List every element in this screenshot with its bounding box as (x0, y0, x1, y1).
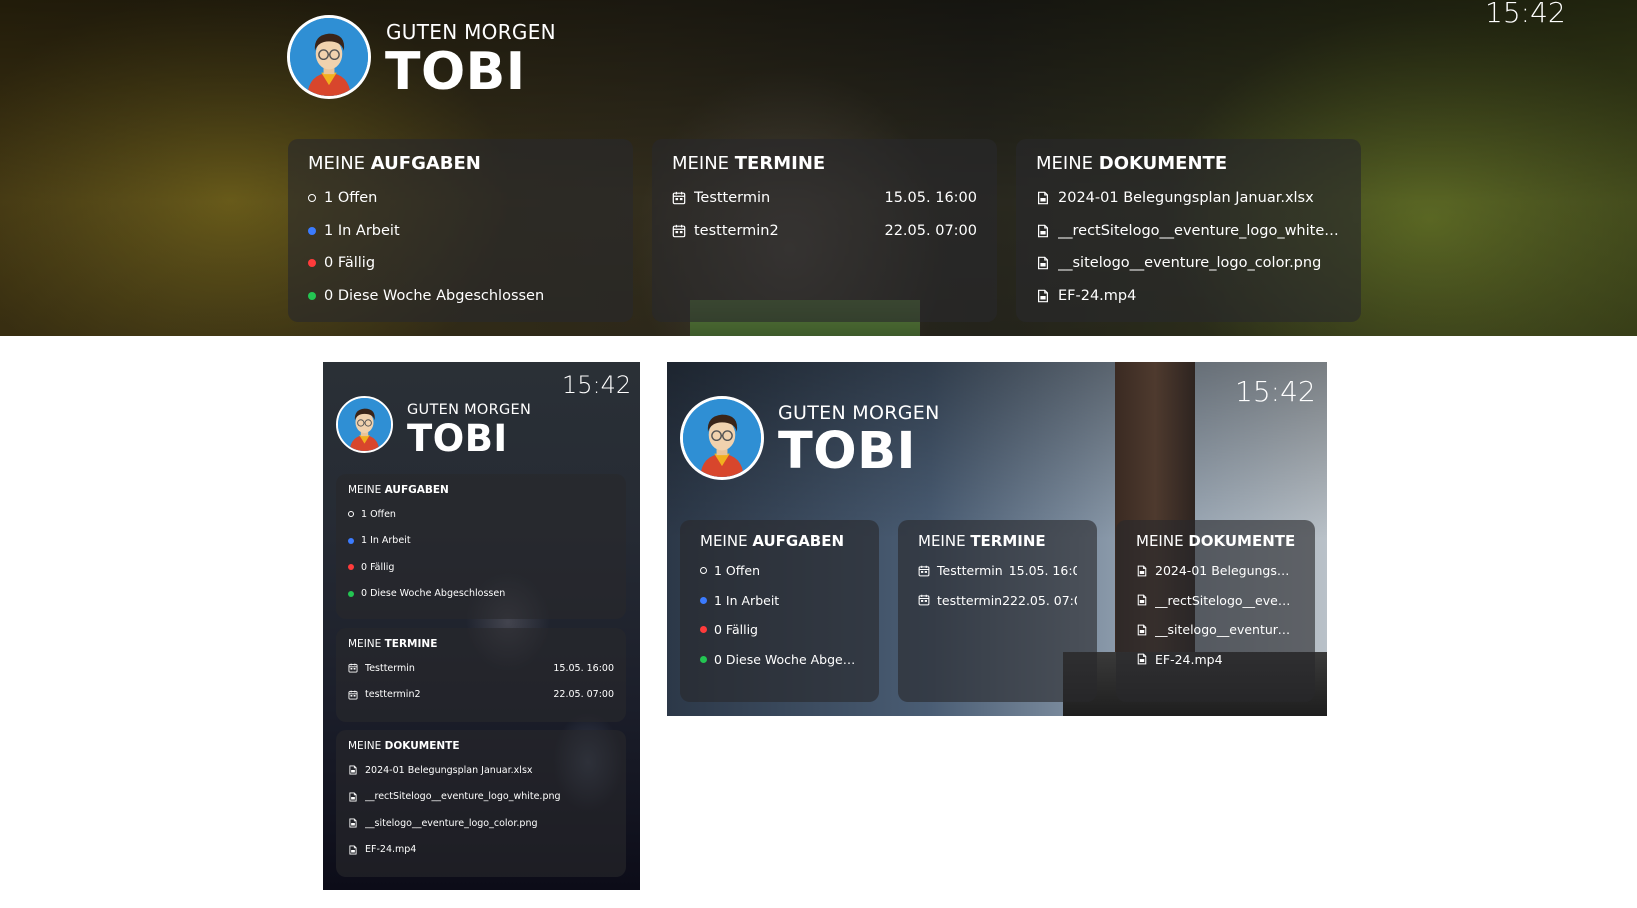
dashboard-widget-landscape: GUTEN MORGEN TOBI 15:42 MEINE AUFGABEN 1… (667, 362, 1327, 716)
calendar-icon (672, 224, 686, 238)
document-row[interactable]: EF-24.mp4 (1136, 645, 1295, 675)
document-icon (1136, 653, 1148, 665)
documents-card[interactable]: MEINE DOKUMENTE 2024-01 Belegungsplan Ja… (1016, 139, 1361, 322)
document-row[interactable]: __rectSitelogo__event... (1136, 586, 1295, 616)
status-done-dot (308, 291, 316, 300)
tasks-card[interactable]: MEINE AUFGABEN 1 Offen 1 In Arbeit 0 Fäl… (680, 520, 879, 702)
user-name: TOBI (778, 422, 916, 481)
appointment-date: 22.05. 07:00 (884, 222, 977, 239)
document-row[interactable]: 2024-01 Belegungsplan Januar.xlsx (348, 757, 614, 784)
greeting: GUTEN MORGEN (386, 20, 556, 44)
documents-card-title: MEINE DOKUMENTE (1136, 532, 1296, 550)
appointment-row[interactable]: testtermin222.05. 07:00 (918, 586, 1077, 616)
document-row[interactable]: __rectSitelogo__eventure_logo_white.png (348, 784, 614, 811)
task-row-done[interactable]: 0 Diese Woche Abgesc... (700, 645, 859, 675)
document-icon (1136, 565, 1148, 577)
appointments-card[interactable]: MEINE TERMINE Testtermin15.05. 16:00 tes… (898, 520, 1097, 702)
appointment-date: 22.05. 07:00 (1010, 592, 1077, 608)
document-row[interactable]: EF-24.mp4 (348, 837, 614, 864)
documents-card-title: MEINE DOKUMENTE (348, 740, 460, 752)
task-row-done[interactable]: 0 Diese Woche Abgeschlossen (348, 581, 614, 608)
tasks-card-title: MEINE AUFGABEN (308, 153, 481, 174)
status-done-dot (700, 655, 707, 663)
documents-card[interactable]: MEINE DOKUMENTE 2024-01 Belegungsplan Ja… (336, 730, 626, 877)
task-row-due[interactable]: 0 Fällig (308, 247, 613, 280)
calendar-icon (348, 690, 358, 700)
document-icon (1036, 224, 1050, 238)
document-icon (348, 765, 358, 775)
clock: 15:42 (1235, 375, 1316, 408)
documents-card-title: MEINE DOKUMENTE (1036, 153, 1228, 174)
dashboard-banner-wide: GUTEN MORGEN TOBI 15:42 MEINE AUFGABEN 1… (0, 0, 1637, 336)
task-row-done[interactable]: 0 Diese Woche Abgeschlossen (308, 280, 613, 313)
document-icon (1136, 624, 1148, 636)
appointment-row[interactable]: Testtermin15.05. 16:00 (918, 556, 1077, 586)
task-row-due[interactable]: 0 Fällig (700, 615, 859, 645)
avatar (287, 15, 371, 99)
clock: 15:42 (1485, 0, 1566, 29)
task-row-in-progress[interactable]: 1 In Arbeit (348, 528, 614, 555)
appointment-row[interactable]: Testtermin15.05. 16:00 (672, 182, 977, 215)
task-row-open[interactable]: 1 Offen (348, 501, 614, 528)
task-row-open[interactable]: 1 Offen (700, 556, 859, 586)
document-row[interactable]: __sitelogo__eventure_logo_color.png (1036, 247, 1341, 280)
status-open-dot (308, 194, 316, 203)
appointments-card-title: MEINE TERMINE (672, 153, 826, 174)
status-due-dot (308, 259, 316, 268)
tasks-card-title: MEINE AUFGABEN (700, 532, 845, 550)
document-row[interactable]: __sitelogo__eventure_logo_color.png (348, 810, 614, 837)
calendar-icon (672, 191, 686, 205)
calendar-icon (348, 663, 358, 673)
document-row[interactable]: 2024-01 Belegungsplan Januar.xlsx (1036, 182, 1341, 215)
appointment-row[interactable]: testtermin222.05. 07:00 (672, 215, 977, 248)
clock: 15:42 (562, 371, 632, 399)
appointment-date: 15.05. 16:00 (1008, 563, 1077, 579)
document-row[interactable]: __sitelogo__eventure_... (1136, 615, 1295, 645)
tasks-card[interactable]: MEINE AUFGABEN 1 Offen 1 In Arbeit 0 Fäl… (336, 474, 626, 619)
document-row[interactable]: __rectSitelogo__eventure_logo_white.png (1036, 215, 1341, 248)
status-in-progress-dot (348, 537, 354, 544)
calendar-icon (918, 594, 930, 606)
document-icon (1036, 191, 1050, 205)
user-name: TOBI (407, 417, 508, 460)
avatar (680, 396, 764, 480)
dashboard-widget-portrait: 15:42 GUTEN MORGEN TOBI MEINE AUFGABEN 1… (323, 362, 640, 890)
document-icon (1136, 594, 1148, 606)
appointment-date: 15.05. 16:00 (553, 662, 614, 674)
status-due-dot (348, 564, 354, 571)
document-row[interactable]: EF-24.mp4 (1036, 280, 1341, 313)
greeting: GUTEN MORGEN (407, 402, 532, 418)
appointments-card-title: MEINE TERMINE (918, 532, 1046, 550)
task-row-open[interactable]: 1 Offen (308, 182, 613, 215)
greeting: GUTEN MORGEN (778, 402, 940, 424)
document-icon (348, 792, 358, 802)
document-row[interactable]: 2024-01 Belegungspl... (1136, 556, 1295, 586)
calendar-icon (918, 565, 930, 577)
status-done-dot (348, 590, 354, 597)
appointment-date: 15.05. 16:00 (884, 190, 977, 207)
tasks-card-title: MEINE AUFGABEN (348, 484, 449, 496)
status-open-dot (700, 567, 707, 575)
user-name: TOBI (385, 42, 526, 102)
appointment-row[interactable]: Testtermin15.05. 16:00 (348, 655, 614, 682)
appointments-card[interactable]: MEINE TERMINE Testtermin15.05. 16:00 tes… (652, 139, 997, 322)
document-icon (348, 818, 358, 828)
avatar (336, 396, 393, 453)
appointments-card[interactable]: MEINE TERMINE Testtermin15.05. 16:00 tes… (336, 628, 626, 722)
document-icon (1036, 289, 1050, 303)
appointment-date: 22.05. 07:00 (553, 689, 614, 701)
status-open-dot (348, 511, 354, 518)
document-icon (1036, 256, 1050, 270)
status-in-progress-dot (308, 226, 316, 235)
status-due-dot (700, 626, 707, 634)
task-row-due[interactable]: 0 Fällig (348, 554, 614, 581)
tasks-card[interactable]: MEINE AUFGABEN 1 Offen 1 In Arbeit 0 Fäl… (288, 139, 633, 322)
appointments-card-title: MEINE TERMINE (348, 638, 438, 650)
status-in-progress-dot (700, 596, 707, 604)
document-icon (348, 845, 358, 855)
task-row-in-progress[interactable]: 1 In Arbeit (308, 215, 613, 248)
task-row-in-progress[interactable]: 1 In Arbeit (700, 586, 859, 616)
documents-card[interactable]: MEINE DOKUMENTE 2024-01 Belegungspl... _… (1116, 520, 1315, 702)
appointment-row[interactable]: testtermin222.05. 07:00 (348, 682, 614, 709)
